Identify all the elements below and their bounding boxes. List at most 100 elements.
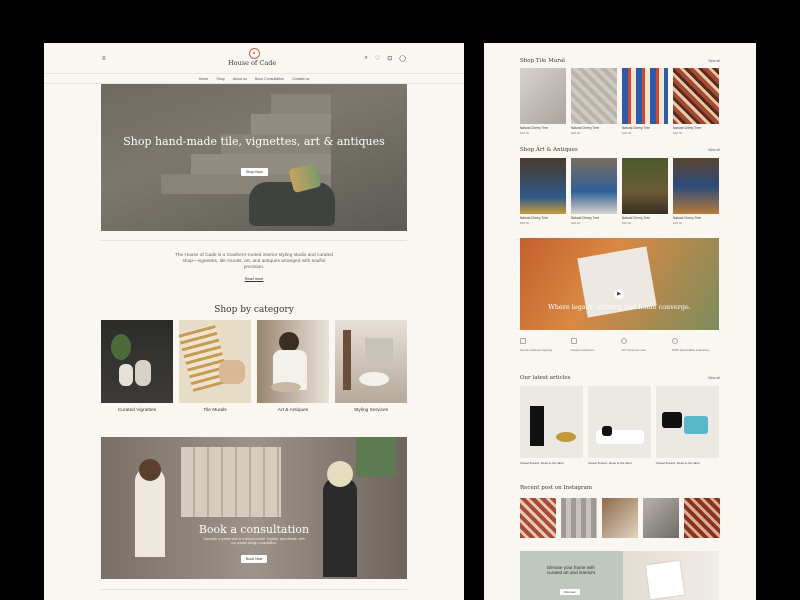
shop-now-button[interactable]: Shop Now	[241, 168, 268, 176]
feature-label: 24/7 Customer care	[621, 348, 646, 352]
product-price: $48.00	[673, 131, 683, 135]
view-all-link[interactable]: View all	[708, 148, 720, 152]
category-label: Curated Vignettes	[117, 408, 157, 413]
book-now-button[interactable]: Book Now	[241, 555, 268, 563]
article-card[interactable]: Vessel flowers: ideas to the label	[656, 386, 719, 465]
product-card[interactable]: Natural Cherry Tree $48.00	[622, 158, 668, 225]
product-box-image	[645, 560, 685, 600]
art-section-title: Shop Art & Antiques	[520, 147, 578, 153]
feature-label: 100% Handcrafted Guarantee	[671, 348, 710, 352]
nav-about[interactable]: About us	[233, 77, 247, 81]
consultation-title: Book a consultation	[198, 523, 310, 536]
article-grid: Vessel flowers: ideas to the label Vesse…	[520, 386, 719, 465]
instagram-post[interactable]	[602, 498, 638, 538]
article-card[interactable]: Vessel flowers: ideas to the label	[588, 386, 651, 465]
category-card[interactable]: Styling Services	[335, 320, 407, 413]
art-product-grid: Natural Cherry Tree $48.00 Natural Cherr…	[520, 158, 719, 225]
intro-section: The House of Cade is a Southern-rooted i…	[44, 240, 464, 281]
article-title: Vessel flowers: ideas to the label	[656, 461, 700, 465]
category-image	[257, 320, 329, 403]
product-price: $48.00	[520, 131, 530, 135]
product-name: Natural Cherry Tree	[571, 126, 599, 130]
category-image	[101, 320, 173, 403]
video-caption: Where legacy, artistry, and home converg…	[548, 303, 691, 311]
product-card[interactable]: Natural Cherry Tree $48.00	[571, 158, 617, 225]
logo[interactable]: House of Cade	[228, 48, 276, 67]
feature-item: Secure checkout shipping	[520, 338, 568, 352]
product-name: Natural Cherry Tree	[673, 216, 701, 220]
article-image	[656, 386, 719, 458]
instagram-post[interactable]	[684, 498, 720, 538]
category-card[interactable]: Curated Vignettes	[101, 320, 173, 413]
tile-section-title: Shop Tile Mural	[520, 58, 565, 64]
nav-contact[interactable]: Contact us	[292, 77, 309, 81]
product-image	[673, 68, 719, 124]
category-card[interactable]: Tile Murals	[179, 320, 251, 413]
product-image	[571, 68, 617, 124]
guarantee-icon	[671, 338, 678, 344]
product-card[interactable]: Natural Cherry Tree $48.00	[571, 68, 617, 135]
heart-icon[interactable]: ♡	[375, 55, 380, 62]
product-price: $48.00	[622, 221, 632, 225]
instagram-post[interactable]	[561, 498, 597, 538]
nav-home[interactable]: Home	[199, 77, 209, 81]
brand-name: House of Cade	[228, 59, 277, 67]
instagram-title: Recent post on Instagram	[520, 485, 593, 491]
product-card[interactable]: Natural Cherry Tree $48.00	[622, 68, 668, 135]
category-label: Styling Services	[353, 408, 389, 413]
support-icon	[621, 338, 628, 344]
instagram-post[interactable]	[520, 498, 556, 538]
product-price: $48.00	[673, 221, 683, 225]
menu-icon[interactable]: ≡	[102, 56, 106, 62]
shop-page: Shop Tile Mural View all Natural Cherry …	[484, 43, 756, 600]
instagram-post[interactable]	[643, 498, 679, 538]
promo-text: Elevate your home with curated art and i…	[546, 565, 596, 575]
nav-shop[interactable]: Shop	[216, 77, 224, 81]
articles-title: Our latest articles	[520, 375, 571, 381]
article-title: Vessel flowers: ideas to the label	[520, 461, 564, 465]
article-image	[520, 386, 583, 458]
hero-title: Shop hand-made tile, vignettes, art & an…	[123, 135, 385, 148]
category-label: Art & Antiques	[277, 408, 309, 413]
article-image	[588, 386, 651, 458]
play-icon[interactable]: ▶	[614, 289, 624, 299]
article-card[interactable]: Vessel flowers: ideas to the label	[520, 386, 583, 465]
feature-label: Curated collections	[570, 348, 595, 352]
product-card[interactable]: Natural Cherry Tree $48.00	[520, 68, 566, 135]
product-name: Natural Cherry Tree	[520, 216, 548, 220]
product-name: Natural Cherry Tree	[622, 216, 650, 220]
category-card[interactable]: Art & Antiques	[257, 320, 329, 413]
hero-banner: Shop hand-made tile, vignettes, art & an…	[101, 84, 407, 231]
product-image	[571, 158, 617, 214]
consultation-text: Schedule a private visit or a virtual co…	[203, 537, 305, 546]
bag-icon[interactable]: ⊡	[387, 55, 392, 62]
feature-list: Secure checkout shipping Curated collect…	[520, 338, 720, 352]
category-label: Tile Murals	[203, 408, 227, 413]
product-card[interactable]: Natural Cherry Tree $48.00	[673, 68, 719, 135]
discover-button[interactable]: Discover	[560, 589, 580, 595]
category-grid: Curated Vignettes Tile Murals Art & Anti…	[101, 320, 407, 413]
product-image	[622, 68, 668, 124]
product-image	[673, 158, 719, 214]
tile-product-grid: Natural Cherry Tree $48.00 Natural Cherr…	[520, 68, 719, 135]
product-price: $48.00	[622, 131, 632, 135]
product-card[interactable]: Natural Cherry Tree $48.00	[520, 158, 566, 225]
view-all-link[interactable]: View all	[708, 59, 720, 63]
nav-book-consultation[interactable]: Book Consultation	[255, 77, 284, 81]
promo-banner: Elevate your home with curated art and i…	[520, 551, 719, 600]
logo-mark	[248, 48, 260, 59]
video-banner[interactable]: ▶ Where legacy, artistry, and home conve…	[520, 238, 719, 330]
product-name: Natural Cherry Tree	[520, 126, 548, 130]
product-name: Natural Cherry Tree	[571, 216, 599, 220]
search-icon[interactable]: ⌕	[364, 55, 367, 62]
user-icon[interactable]: ◯	[399, 55, 406, 62]
feature-item: 100% Handcrafted Guarantee	[671, 338, 720, 352]
feature-item: Curated collections	[570, 338, 619, 352]
product-card[interactable]: Natural Cherry Tree $48.00	[673, 158, 719, 225]
product-image	[622, 158, 668, 214]
read-more-link[interactable]: Read more	[44, 277, 464, 281]
category-image	[335, 320, 407, 403]
collection-icon	[570, 338, 577, 344]
main-nav: Home Shop About us Book Consultation Con…	[44, 73, 464, 84]
view-all-link[interactable]: View all	[708, 376, 720, 380]
